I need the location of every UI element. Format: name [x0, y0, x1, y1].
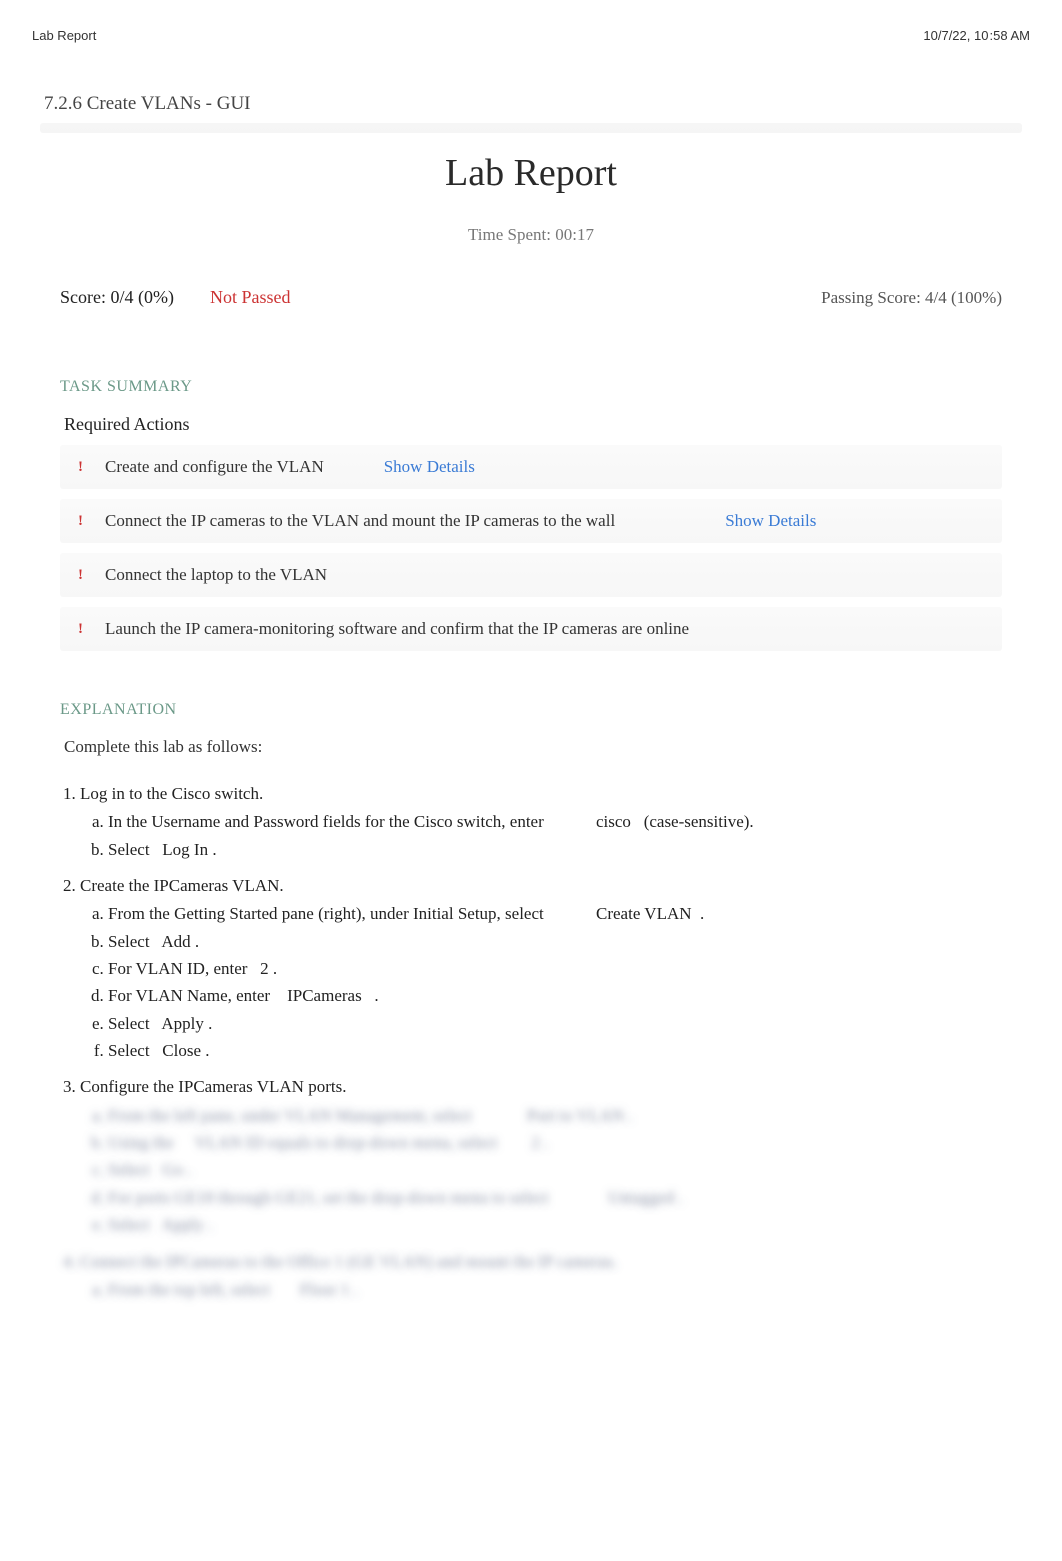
text: Using the VLAN ID equals to drop-down me…: [108, 1133, 548, 1152]
step-2: Create the IPCameras VLAN. From the Gett…: [80, 873, 1022, 1064]
action-text: Launch the IP camera-monitoring software…: [105, 619, 689, 639]
step-2b: Select Add .: [108, 929, 1022, 955]
show-details-link[interactable]: Show Details: [384, 457, 475, 477]
status-badge: Not Passed: [210, 287, 291, 308]
text: Select Apply .: [108, 1215, 212, 1234]
score-row: Score: 0/4 (0%) Not Passed Passing Score…: [40, 287, 1022, 308]
step-title: Create the IPCameras VLAN.: [80, 876, 284, 895]
fail-icon: !: [78, 567, 83, 584]
passing-score: Passing Score: 4/4 (100%): [821, 288, 1002, 308]
page-title: Lab Report: [40, 151, 1022, 195]
action-row: ! Launch the IP camera-monitoring softwa…: [60, 607, 1002, 651]
fail-icon: !: [78, 513, 83, 530]
value-cisco: cisco: [596, 812, 631, 831]
step-2f: Select Close .: [108, 1038, 1022, 1064]
text: Select Add .: [108, 932, 199, 951]
divider: [40, 123, 1022, 133]
text: For ports GE18 through GE21, set the dro…: [108, 1188, 683, 1207]
show-details-link[interactable]: Show Details: [725, 511, 816, 531]
step-1: Log in to the Cisco switch. In the Usern…: [80, 781, 1022, 863]
text: For VLAN Name, enter: [108, 986, 287, 1005]
required-actions-label: Required Actions: [64, 414, 1022, 435]
text: Select Close .: [108, 1041, 210, 1060]
text: In the Username and Password fields for …: [108, 812, 544, 831]
actions-list: ! Create and configure the VLAN Show Det…: [60, 445, 1002, 651]
action-text: Connect the laptop to the VLAN: [105, 565, 327, 585]
step-3e: Select Apply .: [108, 1212, 1022, 1238]
step-title: Connect the IPCameras to the Office 1 (G…: [80, 1252, 617, 1271]
step-1a: In the Username and Password fields for …: [108, 809, 1022, 835]
steps-list: Log in to the Cisco switch. In the Usern…: [80, 781, 1022, 1303]
step-2e: Select Apply .: [108, 1011, 1022, 1037]
text: (case-sensitive).: [635, 812, 753, 831]
text: From the left pane, under VLAN Managemen…: [108, 1106, 632, 1125]
explanation-intro: Complete this lab as follows:: [64, 737, 1022, 757]
value-create-vlan: Create VLAN .: [596, 904, 704, 923]
step-title: Log in to the Cisco switch.: [80, 784, 263, 803]
action-row: ! Create and configure the VLAN Show Det…: [60, 445, 1002, 489]
step-1b: Select Log In .: [108, 837, 1022, 863]
task-summary-heading: TASK SUMMARY: [60, 378, 1022, 396]
explanation-heading: EXPLANATION: [60, 701, 1022, 719]
step-3d: For ports GE18 through GE21, set the dro…: [108, 1185, 1022, 1211]
score-value: Score: 0/4 (0%): [60, 287, 174, 308]
text: Select Log In .: [108, 840, 217, 859]
header-left: Lab Report: [32, 28, 96, 43]
exercise-title: 7.2.6 Create VLANs - GUI: [44, 93, 1022, 115]
text: From the Getting Started pane (right), u…: [108, 904, 544, 923]
step-title: Configure the IPCameras VLAN ports.: [80, 1077, 346, 1096]
step-3c: Select Go .: [108, 1157, 1022, 1183]
step-3a: From the left pane, under VLAN Managemen…: [108, 1103, 1022, 1129]
step-3b: Using the VLAN ID equals to drop-down me…: [108, 1130, 1022, 1156]
step-4a: From the top left, select Floor 1 .: [108, 1277, 1022, 1303]
text: From the top left, select Floor 1 .: [108, 1280, 358, 1299]
text: For VLAN ID, enter 2 .: [108, 959, 277, 978]
text: Select Go .: [108, 1160, 192, 1179]
fail-icon: !: [78, 459, 83, 476]
action-text: Connect the IP cameras to the VLAN and m…: [105, 511, 615, 531]
step-2c: For VLAN ID, enter 2 .: [108, 956, 1022, 982]
action-row: ! Connect the laptop to the VLAN: [60, 553, 1002, 597]
text: Select Apply .: [108, 1014, 212, 1033]
action-text: Create and configure the VLAN: [105, 457, 324, 477]
time-spent: Time Spent: 00:17: [40, 225, 1022, 245]
fail-icon: !: [78, 621, 83, 638]
action-row: ! Connect the IP cameras to the VLAN and…: [60, 499, 1002, 543]
header-right-timestamp: 10/7/22, 10 :58 AM: [923, 28, 1030, 43]
value-ipcameras: IPCameras .: [287, 986, 379, 1005]
step-3: Configure the IPCameras VLAN ports. From…: [80, 1074, 1022, 1238]
step-4: Connect the IPCameras to the Office 1 (G…: [80, 1249, 1022, 1304]
step-2d: For VLAN Name, enter IPCameras .: [108, 983, 1022, 1009]
step-2a: From the Getting Started pane (right), u…: [108, 901, 1022, 927]
